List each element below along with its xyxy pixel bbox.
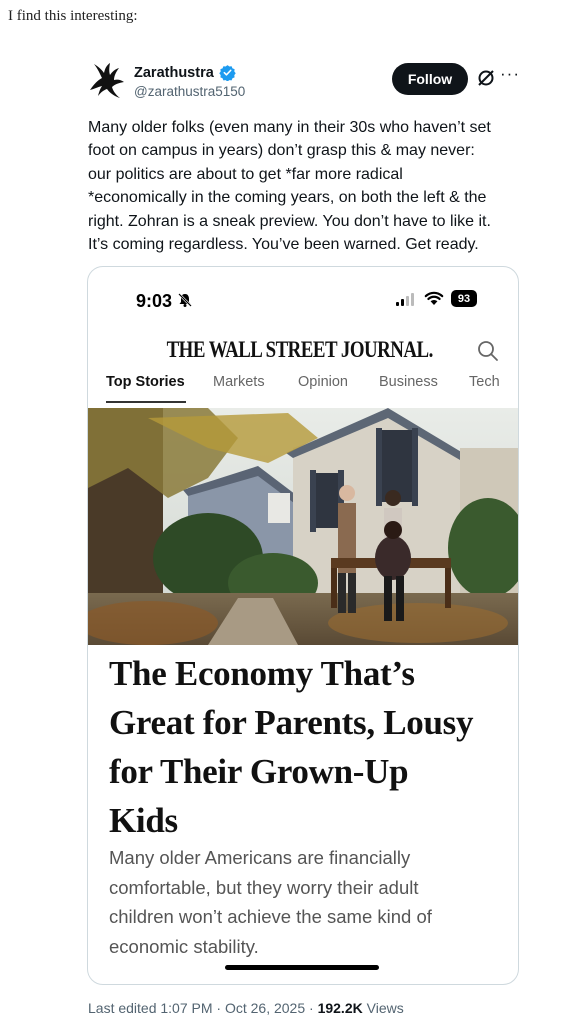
battery-indicator: 93 <box>451 290 477 307</box>
tweet-line: Many older folks (even many in their 30s… <box>88 119 491 136</box>
views-label: Views <box>362 1000 404 1016</box>
grok-icon[interactable] <box>476 68 496 88</box>
attached-screenshot-card[interactable]: 9:03 93 THE WALL STREET JOURNAL. Top Sto… <box>87 266 519 985</box>
status-time: 9:03 <box>136 291 173 311</box>
bell-muted-icon <box>178 293 192 307</box>
intro-text: I find this interesting: <box>8 8 138 24</box>
tweet-line: our politics are about to get *far more … <box>88 165 403 183</box>
headline-line: Kids <box>109 801 178 840</box>
wifi-icon <box>424 291 444 305</box>
tweet-line: right. Zohran is a sneak preview. You do… <box>88 212 491 230</box>
dek-line: Many older Americans are financially <box>109 847 411 868</box>
article-dek: Many older Americans are financially com… <box>109 843 499 961</box>
section-tabs: Top Stories Markets Opinion Business Tec… <box>88 371 518 405</box>
headline-line: The Economy That’s <box>109 654 415 693</box>
edited-timestamp[interactable]: Last edited 1:07 PM · Oct 26, 2025 · <box>88 1000 318 1016</box>
verified-badge-icon <box>219 65 236 81</box>
tweet-header: Zarathustra @zarathustra5150 Follow ··· <box>88 58 528 108</box>
phone-status-bar: 9:03 93 <box>88 267 518 337</box>
tweet-line: It’s coming regardless. You’ve been warn… <box>88 236 479 254</box>
headline-line: Great for Parents, Lousy <box>109 703 474 742</box>
dek-line: children won’t achieve the same kind of <box>109 906 432 928</box>
dek-line: comfortable, but they worry their adult <box>109 876 419 898</box>
author-name-row: Zarathustra <box>134 64 236 81</box>
follow-button[interactable]: Follow <box>392 63 468 95</box>
views-count: 192.2K <box>317 1000 363 1016</box>
active-tab-underline <box>106 401 186 403</box>
tab-top-stories: Top Stories <box>106 374 185 390</box>
article-photo <box>88 408 518 645</box>
avatar[interactable] <box>88 60 126 100</box>
home-indicator <box>225 965 379 970</box>
wsj-masthead: THE WALL STREET JOURNAL. <box>166 337 434 362</box>
tab-business: Business <box>379 374 438 390</box>
tweet-meta: Last edited 1:07 PM · Oct 26, 2025 · 192… <box>88 1000 404 1016</box>
tweet-text: Many older folks (even many in their 30s… <box>88 116 528 256</box>
tweet-line: *economically in the coming years, on bo… <box>88 189 487 207</box>
author-handle[interactable]: @zarathustra5150 <box>134 84 245 99</box>
dek-line: economic stability. <box>109 935 259 957</box>
author-name[interactable]: Zarathustra <box>134 65 214 81</box>
more-options-icon[interactable]: ··· <box>500 64 520 84</box>
search-icon <box>478 341 498 361</box>
tab-tech: Tech <box>469 374 500 390</box>
tab-markets: Markets <box>213 374 265 390</box>
signal-icon <box>396 293 414 306</box>
article-headline: The Economy That’s Great for Parents, Lo… <box>109 649 509 845</box>
headline-line: for Their Grown-Up <box>109 752 409 791</box>
tweet-line: foot on campus in years) don’t grasp thi… <box>88 142 475 160</box>
tab-opinion: Opinion <box>298 374 348 390</box>
